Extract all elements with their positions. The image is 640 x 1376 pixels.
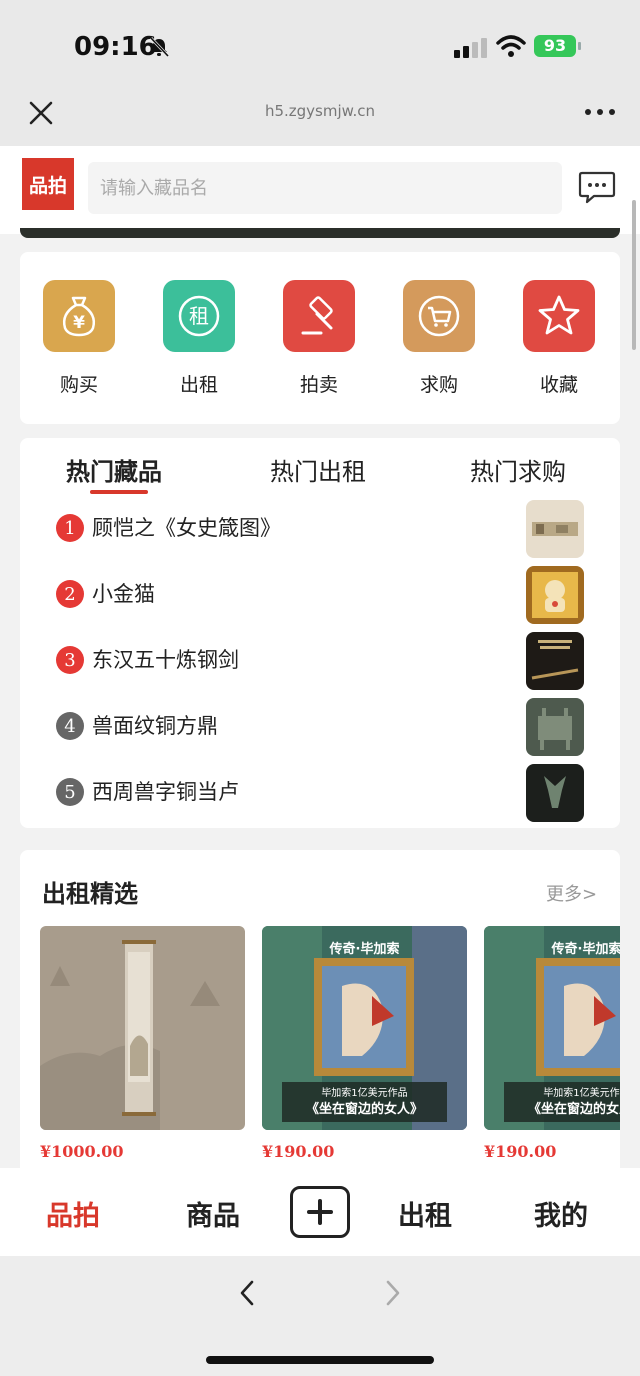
app-logo[interactable]: 品拍 [22, 158, 74, 210]
rank-badge: 1 [56, 514, 84, 542]
svg-text:租: 租 [189, 304, 209, 328]
more-icon[interactable] [584, 104, 616, 120]
star-icon [523, 280, 595, 352]
app-header: 品拍 [0, 146, 640, 234]
active-tab-indicator [90, 490, 148, 494]
hot-list-card: 热门藏品 热门出租 热门求购 1 顾恺之《女史箴图》 2 小金猫 3 东汉五十炼… [20, 438, 620, 828]
money-bag-icon: ¥ [43, 280, 115, 352]
message-icon[interactable] [578, 168, 616, 206]
item-thumbnail [526, 698, 584, 756]
plus-icon [307, 1199, 333, 1225]
gavel-icon [283, 280, 355, 352]
more-link[interactable]: 更多> [546, 880, 597, 906]
tab-rent[interactable]: 出租 [398, 1194, 452, 1233]
forward-arrow-icon[interactable] [382, 1278, 404, 1308]
product-card[interactable]: ¥1000.00 [40, 926, 245, 1161]
wifi-icon [496, 35, 526, 57]
item-name: 西周兽字铜当卢 [92, 780, 239, 804]
hot-item-row[interactable]: 3 东汉五十炼钢剑 [20, 632, 620, 692]
tab-products[interactable]: 商品 [186, 1194, 240, 1233]
page-url: h5.zgysmjw.cn [264, 102, 376, 120]
category-label: 拍卖 [299, 374, 338, 396]
product-card[interactable]: 传奇·毕加索 毕加索1亿美元作品 《坐在窗边的女人》 ¥190.00 [262, 926, 467, 1161]
category-label: 求购 [419, 374, 458, 396]
category-grid: ¥ 购买 租 出租 拍卖 求购 收藏 [20, 252, 620, 424]
rent-icon: 租 [163, 280, 235, 352]
item-name: 兽面纹铜方鼎 [92, 714, 218, 738]
category-buy[interactable]: ¥ 购买 [34, 280, 124, 397]
banner-edge[interactable] [20, 228, 620, 238]
poster-title: 传奇·毕加索 [329, 942, 400, 957]
tab-hot-wanted[interactable]: 热门求购 [470, 452, 566, 487]
tab-hot-collectibles[interactable]: 热门藏品 [66, 452, 162, 487]
tab-mine[interactable]: 我的 [534, 1194, 588, 1233]
back-arrow-icon[interactable] [236, 1278, 258, 1308]
hot-item-row[interactable]: 1 顾恺之《女史箴图》 [20, 500, 620, 560]
product-card[interactable]: 传奇·毕加索 毕加索1亿美元作品 《坐在窗边的女人》 ¥190.00 [484, 926, 620, 1161]
mute-bell-icon [149, 36, 170, 58]
product-price: ¥190.00 [262, 1142, 335, 1161]
item-name: 小金猫 [92, 582, 155, 606]
product-price: ¥190.00 [484, 1142, 557, 1161]
rank-badge: 5 [56, 778, 84, 806]
category-favorites[interactable]: 收藏 [514, 280, 604, 397]
hot-item-row[interactable]: 5 西周兽字铜当卢 [20, 764, 620, 824]
browser-toolbar [0, 1256, 640, 1376]
rental-picks-section: 出租精选 更多> ¥1000.00 传奇·毕加索 毕加索1亿美元作品 《坐在窗边… [20, 850, 620, 1180]
item-thumbnail [526, 500, 584, 558]
rank-badge: 2 [56, 580, 84, 608]
search-input[interactable] [88, 162, 562, 214]
home-indicator[interactable] [206, 1356, 434, 1364]
category-wanted[interactable]: 求购 [394, 280, 484, 397]
battery-tip [578, 42, 581, 50]
item-thumbnail [526, 632, 584, 690]
category-label: 收藏 [539, 374, 578, 396]
section-title: 出租精选 [42, 880, 138, 908]
hot-item-row[interactable]: 2 小金猫 [20, 566, 620, 626]
item-thumbnail [526, 566, 584, 624]
category-auction[interactable]: 拍卖 [274, 280, 364, 397]
item-name: 东汉五十炼钢剑 [92, 648, 239, 672]
category-label: 购买 [59, 374, 98, 396]
svg-text:¥: ¥ [73, 313, 85, 333]
page-scrollbar[interactable] [632, 200, 636, 350]
hot-item-row[interactable]: 4 兽面纹铜方鼎 [20, 698, 620, 758]
product-image: 传奇·毕加索 毕加索1亿美元作品 《坐在窗边的女人》 [484, 926, 620, 1130]
tab-hot-rentals[interactable]: 热门出租 [270, 452, 366, 487]
category-rent[interactable]: 租 出租 [154, 280, 244, 397]
poster-subtitle: 毕加索1亿美元作品 [321, 1088, 408, 1099]
item-name: 顾恺之《女史箴图》 [92, 516, 281, 540]
status-time: 09:16 [74, 32, 157, 62]
search-box[interactable] [88, 162, 562, 214]
poster-subtitle: 毕加索1亿美元作品 [543, 1088, 620, 1099]
item-thumbnail [526, 764, 584, 822]
tab-home[interactable]: 品拍 [46, 1194, 100, 1233]
product-price: ¥1000.00 [40, 1142, 124, 1161]
publish-button[interactable] [290, 1186, 350, 1238]
product-image: 传奇·毕加索 毕加索1亿美元作品 《坐在窗边的女人》 [262, 926, 467, 1130]
rank-badge: 3 [56, 646, 84, 674]
signal-icon [454, 38, 487, 58]
poster-artwork-name: 《坐在窗边的女人》 [305, 1102, 423, 1117]
product-image [40, 926, 245, 1130]
poster-title: 传奇·毕加索 [551, 942, 620, 957]
cart-icon [403, 280, 475, 352]
category-label: 出租 [179, 374, 218, 396]
status-bar: 09:16 93 [0, 0, 640, 90]
poster-artwork-name: 《坐在窗边的女人》 [527, 1102, 620, 1117]
battery-level: 93 [534, 35, 576, 57]
browser-navbar: h5.zgysmjw.cn [0, 90, 640, 146]
bottom-tab-bar: 品拍 商品 出租 我的 [0, 1168, 640, 1256]
rank-badge: 4 [56, 712, 84, 740]
